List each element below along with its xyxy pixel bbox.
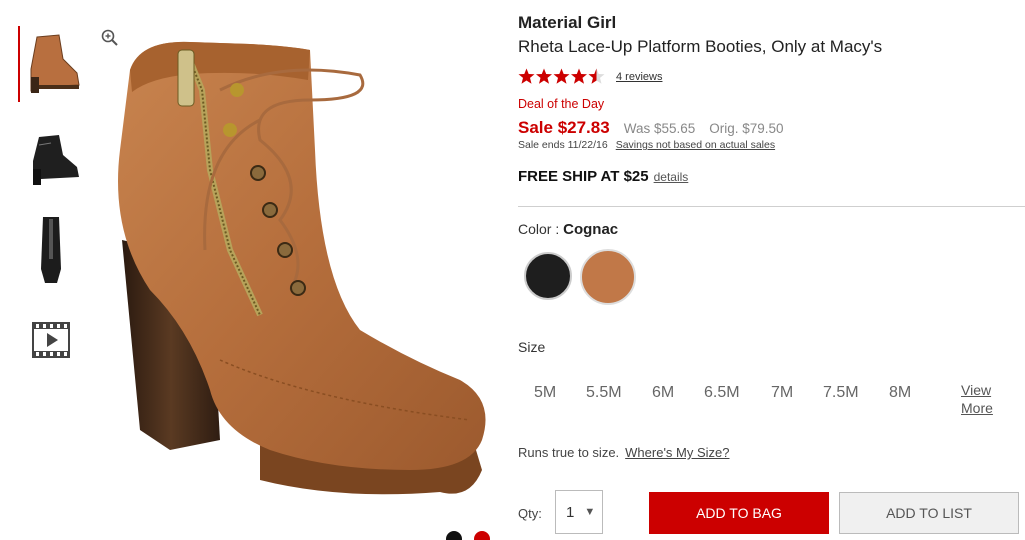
- sale-ends-text: Sale ends 11/22/16: [518, 139, 608, 151]
- price-block: Sale $27.83 Was $55.65 Orig. $79.50: [518, 118, 784, 138]
- boot-thumbnail-image: [33, 135, 79, 185]
- divider: [518, 206, 1025, 207]
- was-price: Was $55.65: [623, 121, 696, 136]
- size-option[interactable]: 5M: [534, 384, 556, 402]
- selected-color-name: Cognac: [563, 221, 619, 238]
- view-more-line1: View: [961, 382, 992, 398]
- size-option[interactable]: 8M: [889, 384, 911, 402]
- size-option[interactable]: 7M: [771, 384, 793, 402]
- color-label: Color :: [518, 221, 564, 237]
- boot-thumbnail-image: [30, 34, 80, 93]
- product-rating: 4 reviews: [518, 68, 662, 85]
- thumbnail-black-side[interactable]: [18, 118, 84, 194]
- video-icon: [32, 322, 70, 358]
- thumbnail-black-back[interactable]: [18, 210, 84, 286]
- boot-thumbnail-image: [41, 217, 61, 283]
- quantity-label: Qty:: [518, 506, 542, 521]
- size-options: 5M 5.5M 6M 6.5M 7M 7.5M 8M: [518, 384, 998, 410]
- color-swatch-black[interactable]: [524, 252, 572, 300]
- true-to-size-text: Runs true to size.: [518, 445, 620, 460]
- savings-note-link[interactable]: Savings not based on actual sales: [616, 139, 775, 151]
- original-price: Orig. $79.50: [709, 121, 784, 136]
- size-label: Size: [518, 339, 546, 355]
- size-option[interactable]: 6M: [652, 384, 674, 402]
- color-label-row: Color : Cognac: [518, 221, 618, 238]
- star-rating[interactable]: [518, 68, 606, 85]
- main-product-image[interactable]: [110, 30, 500, 538]
- color-dot-indicators: [446, 531, 490, 540]
- sale-price: Sale $27.83: [518, 118, 610, 137]
- stars-icon: [518, 68, 605, 84]
- product-brand: Material Girl: [518, 13, 617, 32]
- view-more-sizes-link[interactable]: View More: [961, 381, 993, 417]
- product-name: Rheta Lace-Up Platform Booties, Only at …: [518, 37, 883, 56]
- free-ship-details-link[interactable]: details: [654, 170, 689, 184]
- color-swatch-cognac[interactable]: [580, 249, 636, 305]
- deal-of-the-day-label: Deal of the Day: [518, 97, 605, 111]
- quantity-select[interactable]: 1 ▼: [555, 490, 603, 534]
- size-option[interactable]: 7.5M: [823, 384, 859, 402]
- free-shipping-row: FREE SHIP AT $25 details: [518, 168, 688, 185]
- reviews-link[interactable]: 4 reviews: [616, 71, 662, 83]
- quantity-value: 1: [566, 503, 575, 521]
- free-ship-text: FREE SHIP AT $25: [518, 168, 649, 185]
- wheres-my-size-link[interactable]: Where's My Size?: [625, 445, 729, 460]
- thumbnail-cognac-side[interactable]: [18, 26, 86, 102]
- add-to-bag-button[interactable]: ADD TO BAG: [649, 492, 829, 534]
- chevron-down-icon: ▼: [584, 506, 596, 518]
- view-more-line2: More: [961, 400, 993, 416]
- size-fit-row: Runs true to size. Where's My Size?: [518, 445, 730, 460]
- add-to-list-button[interactable]: ADD TO LIST: [839, 492, 1019, 534]
- size-option[interactable]: 6.5M: [704, 384, 740, 402]
- thumbnail-list: [18, 26, 88, 394]
- video-thumbnail[interactable]: [18, 302, 84, 378]
- sale-ends-row: Sale ends 11/22/16 Savings not based on …: [518, 139, 775, 151]
- size-option[interactable]: 5.5M: [586, 384, 622, 402]
